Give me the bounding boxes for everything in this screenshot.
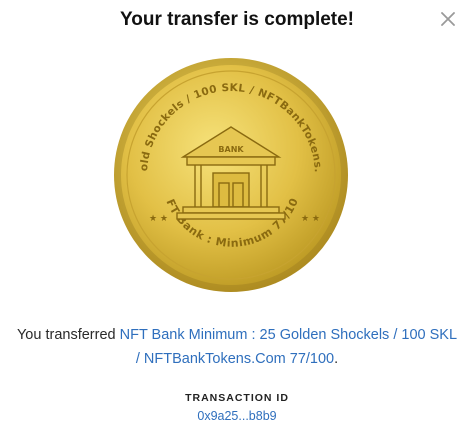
coin-star-right: ★ ★ (301, 214, 320, 224)
page-title: Your transfer is complete! (119, 9, 355, 30)
bank-sign-text: BANK (218, 145, 244, 154)
gold-coin-icon: 25 Gold Shockels / 100 SKL / NFTBankToke… (113, 57, 348, 292)
nft-item-link[interactable]: NFT Bank Minimum : 25 Golden Shockels / … (120, 327, 457, 367)
transaction-id-label: TRANSACTION ID (185, 392, 289, 404)
message-prefix: You transferred (16, 327, 120, 343)
coin-star-left: ★ ★ (149, 214, 168, 224)
transfer-complete-modal: Your transfer is complete! old Shockels … (0, 0, 474, 439)
transfer-message: You transferred NFT Bank Minimum : 25 Go… (14, 323, 460, 371)
close-button[interactable] (438, 9, 458, 29)
nft-coin-image: 25 Gold Shockels / 100 SKL / NFTBankToke… (113, 57, 349, 293)
close-icon (441, 12, 455, 26)
transaction-id-link[interactable]: 0x9a25...b8b9 (0, 409, 474, 423)
message-suffix: . (334, 351, 339, 367)
